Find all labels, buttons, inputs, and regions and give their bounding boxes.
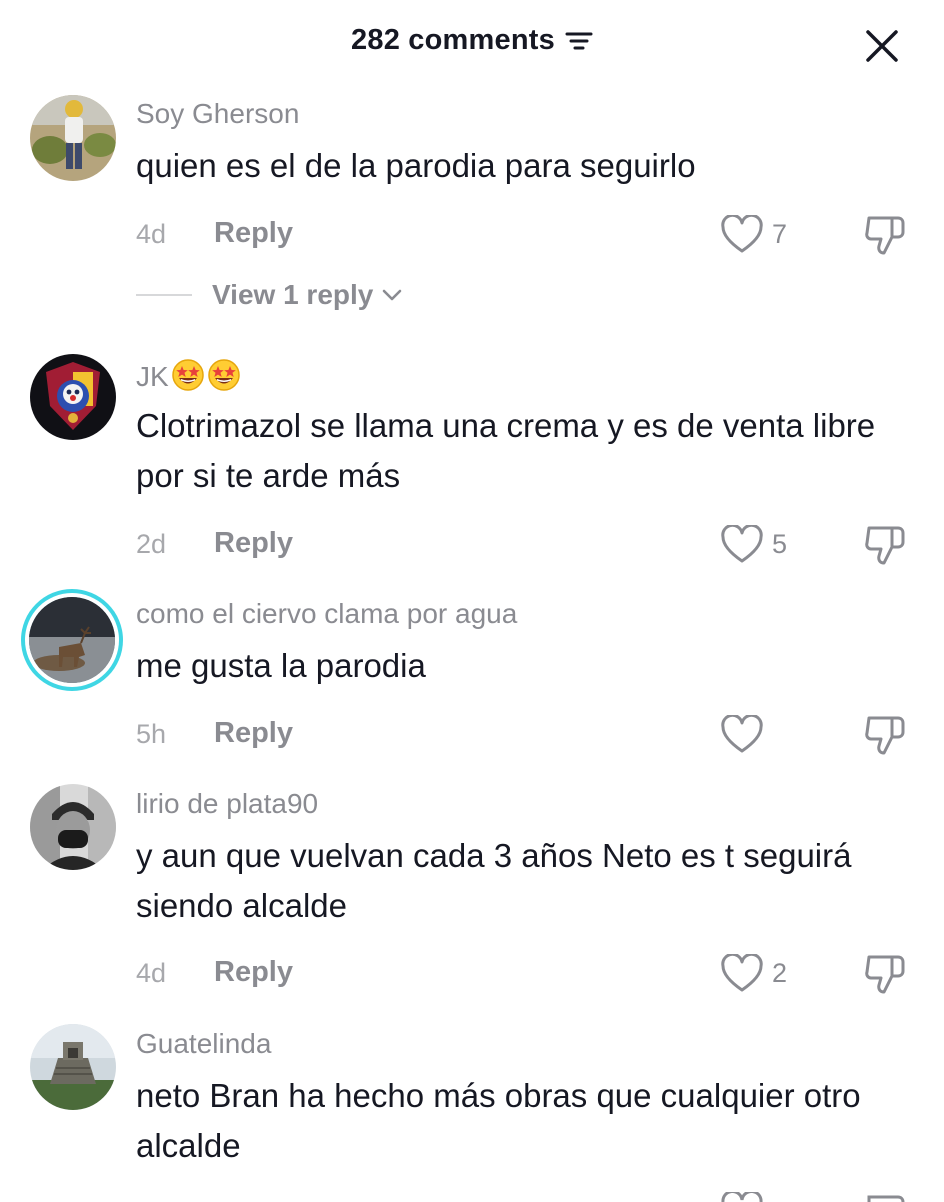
comments-title[interactable]: 282 comments — [351, 24, 593, 57]
like-count: 7 — [772, 219, 788, 249]
comment-timestamp: 5h — [136, 719, 167, 749]
thumb-down-icon[interactable] — [862, 713, 908, 757]
comment-username[interactable]: Guatelinda — [136, 1028, 271, 1060]
thumb-down-icon[interactable] — [862, 523, 908, 567]
close-icon[interactable] — [862, 26, 902, 66]
comment-count-label: 282 comments — [351, 24, 555, 56]
reply-button[interactable]: Reply — [214, 717, 293, 750]
comment-username[interactable]: lirio de plata90 — [136, 788, 318, 820]
avatar[interactable] — [30, 1024, 116, 1110]
comment-username[interactable]: JK — [136, 358, 241, 393]
comment-timestamp: 2d — [136, 529, 167, 559]
avatar[interactable] — [30, 95, 116, 181]
heart-outline-icon[interactable] — [720, 715, 764, 755]
view-replies-label: View 1 reply — [212, 279, 374, 310]
reply-button[interactable]: Reply — [214, 527, 293, 560]
comment-text: neto Bran ha hecho más obras que cualqui… — [136, 1077, 861, 1164]
comment-text: y aun que vuelvan cada 3 años Neto es t … — [136, 837, 852, 924]
avatar[interactable] — [30, 784, 116, 870]
avatar[interactable] — [29, 597, 115, 683]
comment-timestamp: 4d — [136, 958, 167, 988]
comment-text: Clotrimazol se llama una crema y es de v… — [136, 407, 876, 494]
comment-username[interactable]: Soy Gherson — [136, 98, 299, 130]
avatar[interactable] — [30, 354, 116, 440]
star-struck-emoji — [207, 359, 240, 391]
like-count: 2 — [772, 958, 788, 988]
heart-outline-icon[interactable] — [720, 215, 764, 255]
thumb-down-icon[interactable] — [862, 1192, 908, 1202]
view-replies-button[interactable]: View 1 reply — [136, 279, 403, 311]
heart-outline-icon[interactable] — [720, 1192, 764, 1202]
thumb-down-icon[interactable] — [862, 952, 908, 996]
thumb-down-icon[interactable] — [862, 213, 908, 257]
chevron-down-icon — [383, 289, 402, 301]
heart-outline-icon[interactable] — [720, 525, 764, 565]
comment-username[interactable]: como el ciervo clama por agua — [136, 598, 517, 630]
comments-header: 282 comments — [0, 0, 944, 92]
comment-timestamp: 4d — [136, 219, 167, 249]
comment-text: quien es el de la parodia para seguirlo — [136, 147, 696, 184]
username-text: JK — [136, 361, 169, 392]
like-count: 5 — [772, 529, 788, 559]
reply-button[interactable]: Reply — [214, 956, 293, 989]
thread-divider — [136, 294, 192, 296]
sort-icon[interactable] — [565, 29, 593, 53]
comment-text: me gusta la parodia — [136, 647, 426, 684]
star-struck-emoji — [171, 359, 204, 391]
reply-button[interactable]: Reply — [214, 217, 293, 250]
heart-outline-icon[interactable] — [720, 954, 764, 994]
